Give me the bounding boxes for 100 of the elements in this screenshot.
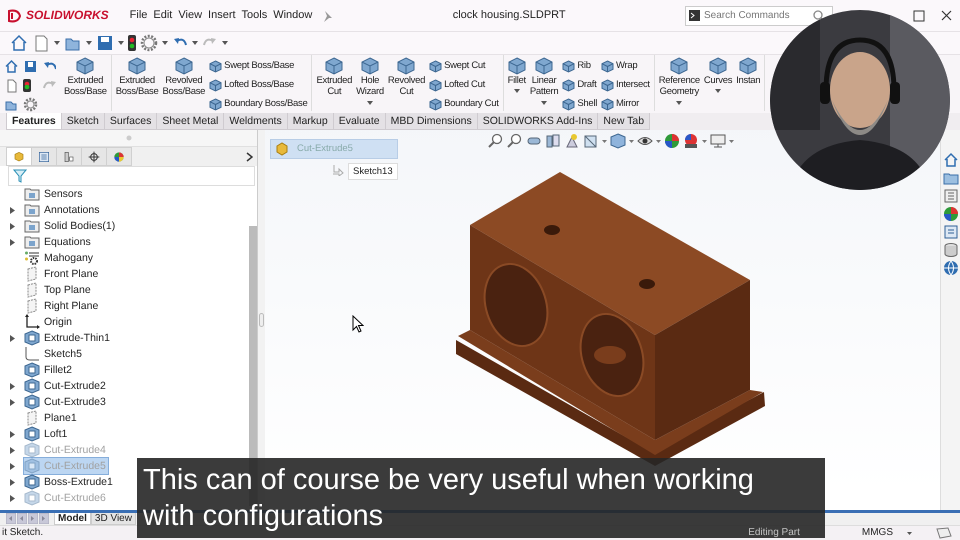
caret-icon[interactable] [162,41,168,45]
pin-icon[interactable] [321,10,334,22]
close-icon[interactable] [941,10,952,21]
filter-icon[interactable] [13,169,27,183]
expand-arrow-icon[interactable] [10,446,15,454]
home-icon[interactable] [4,59,19,74]
settings-icon[interactable] [23,97,38,112]
tree-item[interactable]: Cut-Extrude3 [24,394,108,410]
model-tab[interactable]: 3D View [90,513,136,525]
ribbon-button[interactable]: Wrap [600,57,651,75]
expand-arrow-icon[interactable] [10,382,15,390]
tree-item[interactable]: Plane1 [24,410,79,426]
menu-item[interactable]: Window [270,8,316,22]
chevron-right-icon[interactable] [246,152,253,162]
breadcrumb-item[interactable]: Sketch13 [348,163,398,180]
monitor-icon[interactable] [710,133,726,149]
expand-arrow-icon[interactable] [10,238,15,246]
ribbon-tab[interactable]: MBD Dimensions [384,113,478,130]
home-icon[interactable] [10,34,28,52]
manager-tab[interactable] [81,147,107,166]
ribbon-tab[interactable]: Surfaces [104,113,158,130]
caret-icon[interactable] [729,140,734,142]
tree-item[interactable]: Cut-Extrude2 [24,378,108,394]
model-tab[interactable]: Model [54,513,91,525]
splitter-handle-icon[interactable] [259,313,264,327]
ribbon-tab[interactable]: Markup [286,113,334,130]
tree-item[interactable]: Top Plane [24,282,93,298]
list-icon[interactable] [942,224,958,240]
tree-item[interactable]: Equations [24,234,93,250]
ribbon-button[interactable]: Boundary Cut [428,95,500,113]
save-icon[interactable] [23,59,38,74]
search-field[interactable]: Search Commands [685,6,833,26]
traffic-light-icon[interactable] [23,78,31,93]
ribbon-tab[interactable]: Weldments [223,113,288,130]
units-selector[interactable]: MMGS [862,527,893,539]
library-icon[interactable] [942,188,958,204]
ribbon-button[interactable]: Revolved Cut [386,57,426,98]
caret-icon[interactable] [656,140,661,142]
ribbon-button[interactable]: Draft [561,76,598,94]
caret-icon[interactable] [602,140,607,142]
menu-item[interactable]: Tools [238,8,270,22]
caret-icon[interactable] [222,41,228,45]
manager-tab[interactable] [56,147,82,166]
ribbon-button[interactable]: Reference Geometry [658,57,701,105]
tree-item[interactable]: Origin [24,314,74,330]
ribbon-button[interactable]: Curves [702,57,734,94]
caret-icon[interactable] [118,41,124,45]
tree-item[interactable]: Sensors [24,186,85,202]
sphere-icon[interactable] [942,206,958,222]
ribbon-button[interactable]: Swept Cut [428,57,500,75]
panel-icon[interactable] [545,133,561,149]
menu-item[interactable]: View [175,8,206,22]
tree-item[interactable]: Front Plane [24,266,100,282]
caret-icon[interactable] [54,41,60,45]
tree-item[interactable]: Mahogany [24,250,96,266]
expand-arrow-icon[interactable] [10,430,15,438]
tree-item[interactable]: Loft1 [24,426,70,442]
ribbon-button[interactable]: Extruded Boss/Base [114,57,160,98]
ribbon-button[interactable]: Fillet [506,57,527,94]
sphere-icon[interactable] [664,133,680,149]
ribbon-tab[interactable]: Sketch [60,113,105,130]
ribbon-button[interactable]: Swept Boss/Base [208,57,308,75]
expand-arrow-icon[interactable] [10,462,15,470]
ribbon-tab[interactable]: Sheet Metal [156,113,224,130]
expand-arrow-icon[interactable] [10,478,15,486]
expand-arrow-icon[interactable] [10,398,15,406]
ribbon-tab[interactable]: SOLIDWORKS Add-Ins [476,113,598,130]
menu-item[interactable]: File [126,8,150,22]
tree-item[interactable]: Extrude-Thin1 [24,330,112,346]
grip-icon[interactable] [126,135,132,141]
ribbon-button[interactable]: Instan [735,57,762,86]
save-icon[interactable] [96,34,114,52]
ribbon-button[interactable]: Extruded Boss/Base [63,57,108,98]
traffic-light-icon[interactable] [128,34,136,52]
tree-item[interactable]: Right Plane [24,298,100,314]
tree-item[interactable]: Solid Bodies(1) [24,218,118,234]
caret-icon[interactable] [702,140,707,142]
settings-icon[interactable] [140,34,158,52]
caret-icon[interactable] [192,41,198,45]
expand-arrow-icon[interactable] [10,222,15,230]
caret-icon[interactable] [629,140,634,142]
lamp-icon[interactable] [564,133,580,149]
section-view-icon[interactable] [583,133,599,149]
ribbon-button[interactable]: Shell [561,95,598,113]
expand-arrow-icon[interactable] [10,206,15,214]
manager-tab[interactable] [31,147,57,166]
ribbon-button[interactable]: Lofted Cut [428,76,500,94]
scene-icon[interactable] [683,133,699,149]
menu-item[interactable]: Edit [150,8,176,22]
tree-item[interactable]: Sketch5 [24,346,84,362]
ribbon-tab[interactable]: Evaluate [332,113,386,130]
ribbon-button[interactable]: Hole Wizard [355,57,385,105]
tree-item[interactable]: Annotations [24,202,102,218]
cylinder-icon[interactable] [942,242,958,258]
ribbon-button[interactable]: Lofted Boss/Base [208,76,308,94]
magnifier-icon[interactable] [488,133,504,149]
menu-item[interactable]: Insert [205,8,239,22]
home-icon[interactable] [942,152,958,168]
ribbon-button[interactable]: Boundary Boss/Base [208,95,308,113]
ribbon-tab[interactable]: New Tab [597,113,650,130]
